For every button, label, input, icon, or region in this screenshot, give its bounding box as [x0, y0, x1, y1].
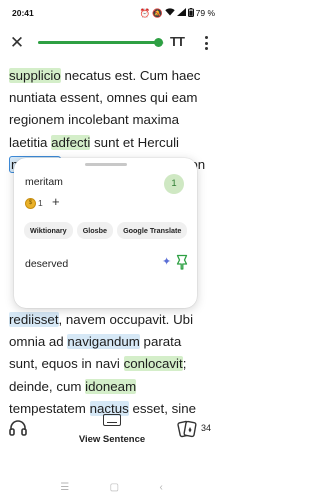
alarm-icon: ⏰	[139, 7, 151, 18]
text-line: deinde, cum idoneam	[9, 376, 221, 398]
back-icon[interactable]: ‹	[159, 482, 162, 493]
lesson-progress-bar[interactable]	[38, 38, 164, 47]
google-translate-button[interactable]: Google Translate	[117, 222, 188, 239]
signal-icon	[176, 8, 186, 18]
text-fragment[interactable]: nuntiata essent, omnes qui eam	[9, 90, 198, 105]
text-line: nuntiata essent, omnes qui eam	[9, 87, 221, 109]
text-fragment[interactable]: deinde, cum	[9, 379, 85, 394]
more-vertical-icon	[204, 36, 208, 39]
word-level-badge[interactable]: 1	[164, 174, 184, 194]
text-size-button[interactable]: TT	[170, 34, 190, 52]
text-line: supplicio necatus est. Cum haec	[9, 65, 221, 87]
close-icon: ✕	[9, 33, 25, 52]
flashcards-count: 34	[201, 423, 212, 433]
glosbe-button[interactable]: Glosbe	[76, 222, 114, 239]
known-word[interactable]: conlocavit	[123, 356, 183, 372]
status-bar: 20:41 ⏰ 🔕 79 %	[0, 0, 223, 26]
home-icon[interactable]: ▢	[110, 482, 119, 493]
progress-fill	[38, 41, 158, 44]
status-time: 20:41	[12, 8, 34, 18]
more-options-button[interactable]	[199, 32, 213, 54]
text-fragment[interactable]: omnia ad	[9, 334, 67, 349]
popup-word: meritam	[25, 176, 63, 188]
text-fragment[interactable]: parata	[140, 334, 182, 349]
text-fragment[interactable]: sunt et Herculi	[90, 135, 179, 150]
coin-count: 1	[38, 198, 43, 208]
bottom-bar: View Sentence 34	[0, 408, 223, 466]
dictionary-links: Wiktionary Glosbe Google Translate	[24, 222, 188, 239]
headphones-icon[interactable]	[8, 418, 28, 438]
known-word[interactable]: supplicio	[9, 68, 61, 83]
close-button[interactable]: ✕	[8, 34, 26, 52]
text-line: omnia ad navigandum parata	[9, 331, 221, 353]
add-tag-button[interactable]: +	[52, 194, 60, 209]
text-fragment[interactable]: sunt, equos in navi	[9, 356, 124, 371]
meaning-text[interactable]: deserved	[25, 254, 183, 274]
new-word[interactable]: rediisset	[9, 312, 59, 328]
wiktionary-button[interactable]: Wiktionary	[24, 222, 73, 239]
coin-icon: $	[25, 198, 36, 209]
sparkle-icon[interactable]: ✦	[162, 255, 171, 268]
system-navigation-bar: ☰ ▢ ‹	[0, 474, 223, 500]
text-fragment[interactable]: regionem incolebant maxima	[9, 112, 179, 127]
pin-icon[interactable]	[176, 254, 188, 270]
new-word[interactable]: navigandum	[67, 334, 140, 350]
battery-icon	[187, 7, 194, 19]
text-fragment[interactable]: laetitia	[9, 135, 51, 150]
recent-apps-icon[interactable]: ☰	[60, 482, 69, 493]
text-fragment[interactable]: , navem occupavit. Ubi	[59, 312, 194, 327]
text-line: laetitia adfecti sunt et Herculi	[9, 132, 221, 154]
battery-level: 79 %	[195, 8, 215, 18]
view-sentence-label: View Sentence	[78, 434, 146, 445]
popup-drag-handle[interactable]	[85, 163, 127, 166]
status-icons: ⏰ 🔕 79 %	[139, 7, 215, 19]
text-line: sunt, equos in navi conlocavit;	[9, 353, 221, 375]
word-popup: meritam 1 $ 1 + Wiktionary Glosbe Google…	[14, 158, 197, 308]
view-sentence-button[interactable]: View Sentence	[60, 414, 164, 445]
known-word[interactable]: idoneam	[85, 378, 137, 394]
flashcards-icon[interactable]	[176, 418, 198, 440]
progress-knob[interactable]	[153, 38, 163, 47]
text-fragment[interactable]: ;	[183, 356, 187, 371]
mute-icon: 🔕	[152, 7, 163, 18]
keyboard-icon	[103, 414, 121, 426]
text-line: regionem incolebant maxima	[9, 109, 221, 131]
wifi-icon	[164, 8, 175, 18]
known-word[interactable]: adfecti	[51, 134, 91, 150]
text-fragment[interactable]: necatus est. Cum haec	[61, 68, 200, 83]
text-line: rediisset, navem occupavit. Ubi	[9, 309, 221, 331]
reader-toolbar: ✕ TT	[0, 26, 223, 60]
